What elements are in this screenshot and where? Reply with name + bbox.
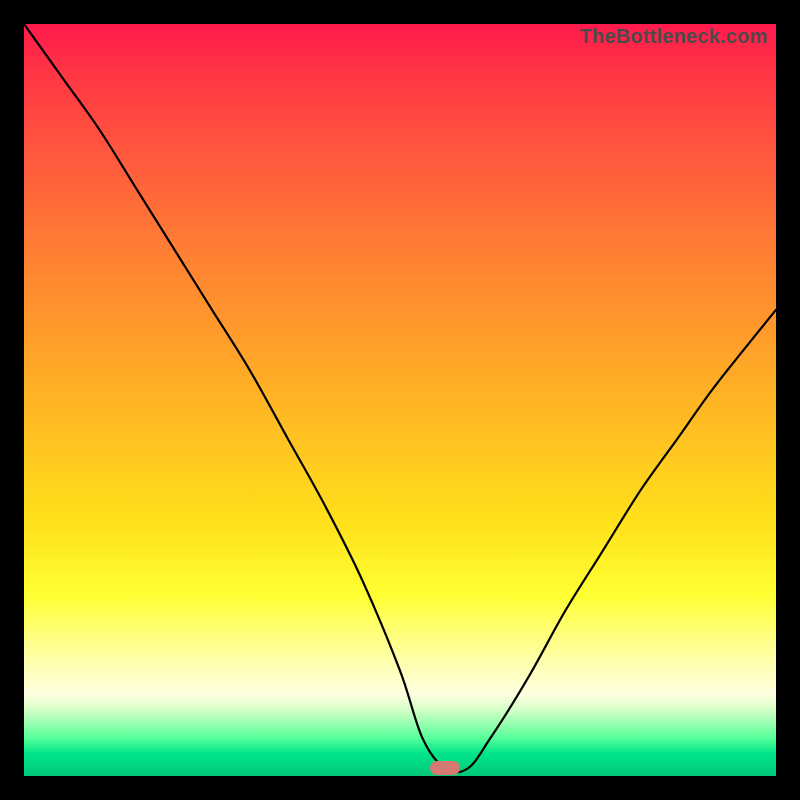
minimum-marker <box>430 761 460 775</box>
chart-frame: TheBottleneck.com <box>0 0 800 800</box>
plot-area: TheBottleneck.com <box>24 24 776 776</box>
bottleneck-curve <box>24 24 776 776</box>
